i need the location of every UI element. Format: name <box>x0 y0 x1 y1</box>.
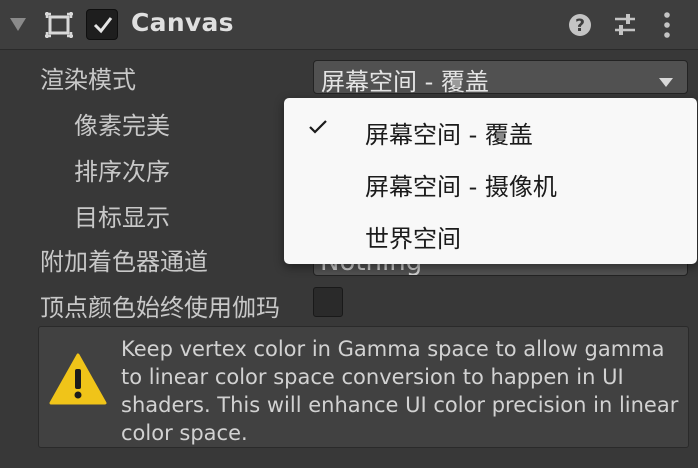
canvas-component-icon <box>44 11 74 39</box>
sort-order-label: 排序次序 <box>74 158 170 186</box>
component-header[interactable]: Canvas ? <box>0 0 698 50</box>
checkmark-icon <box>93 17 113 34</box>
preset-icon[interactable] <box>613 13 637 41</box>
vertex-color-gamma-label: 顶点颜色始终使用伽玛 <box>40 294 280 322</box>
render-mode-label: 渲染模式 <box>40 66 136 94</box>
svg-text:?: ? <box>575 16 585 36</box>
help-icon[interactable]: ? <box>568 13 592 41</box>
target-display-label: 目标显示 <box>74 204 170 232</box>
menu-item-screen-space-camera[interactable]: 屏幕空间 - 摄像机 <box>284 156 697 206</box>
render-mode-value: 屏幕空间 - 覆盖 <box>321 68 489 96</box>
pixel-perfect-label: 像素完美 <box>74 112 170 140</box>
shader-channels-label: 附加着色器通道 <box>40 248 208 276</box>
foldout-triangle-icon[interactable] <box>10 17 26 36</box>
component-title: Canvas <box>131 8 234 37</box>
warning-icon <box>49 353 107 409</box>
menu-item-label: 屏幕空间 - 覆盖 <box>365 121 533 149</box>
menu-item-world-space[interactable]: 世界空间 <box>284 208 697 258</box>
vertex-color-gamma-checkbox[interactable] <box>313 287 343 317</box>
warning-helpbox: Keep vertex color in Gamma space to allo… <box>38 326 689 448</box>
chevron-down-icon <box>659 73 673 92</box>
menu-item-screen-space-overlay[interactable]: 屏幕空间 - 覆盖 <box>284 104 697 154</box>
component-enabled-checkbox[interactable] <box>86 9 118 40</box>
helpbox-text: Keep vertex color in Gamma space to allo… <box>121 337 679 445</box>
checkmark-icon <box>308 118 328 140</box>
render-mode-dropdown[interactable]: 屏幕空间 - 覆盖 <box>313 60 688 96</box>
menu-item-label: 屏幕空间 - 摄像机 <box>365 173 557 201</box>
kebab-menu-icon[interactable] <box>662 11 672 43</box>
inspector-panel: Canvas ? 渲染模式 像素完美 排序次序 目标显示 附加着色器通道 顶点颜… <box>0 0 698 468</box>
menu-item-label: 世界空间 <box>365 225 461 253</box>
render-mode-popup-menu: 屏幕空间 - 覆盖 屏幕空间 - 摄像机 世界空间 <box>284 98 697 264</box>
